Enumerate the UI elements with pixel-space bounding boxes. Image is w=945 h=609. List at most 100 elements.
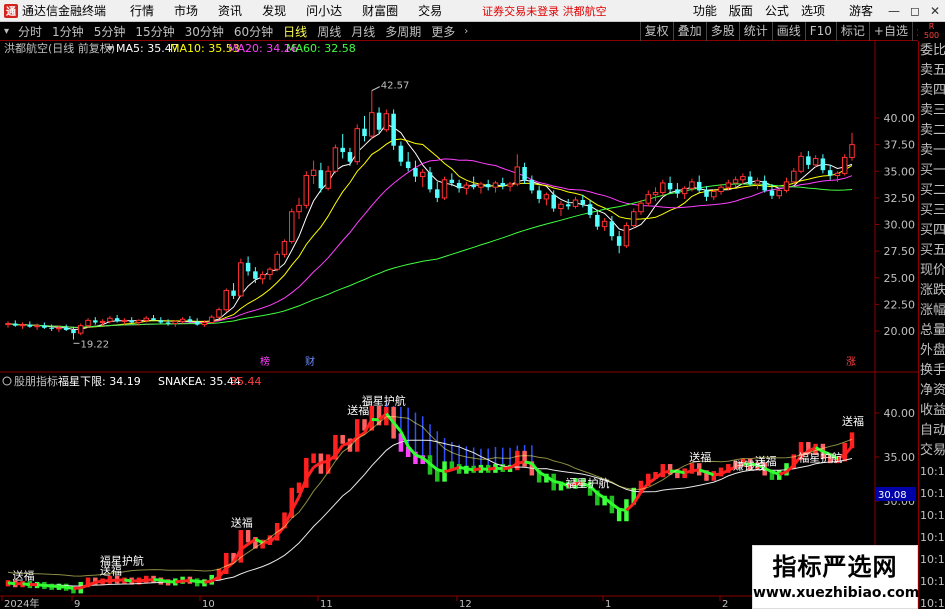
- tick-time-3: 10:10: [920, 531, 945, 544]
- candle: [71, 326, 76, 340]
- maximize-icon[interactable]: ◻: [905, 4, 925, 18]
- tool-button-4[interactable]: 画线: [771, 21, 805, 41]
- time-tick-label: 2: [722, 599, 728, 609]
- candle-body: [696, 181, 702, 191]
- tab-timeframe-8[interactable]: 月线: [346, 23, 380, 40]
- candle: [216, 307, 222, 319]
- candle: [696, 175, 702, 193]
- signal-block: [325, 454, 331, 474]
- tool-button-6[interactable]: 标记: [835, 21, 869, 41]
- tool-button-2[interactable]: 多股: [705, 21, 739, 41]
- login-notice[interactable]: 证券交易未登录 洪都航空: [482, 3, 607, 19]
- candle-body: [172, 320, 179, 325]
- menu-item-2[interactable]: 资讯: [208, 2, 252, 19]
- candle-body: [456, 182, 462, 189]
- menu-item-5[interactable]: 财富圈: [352, 2, 408, 19]
- side-action-1[interactable]: 交易: [919, 441, 945, 461]
- candle: [245, 256, 251, 276]
- candle: [238, 258, 244, 297]
- candle-body: [820, 158, 826, 171]
- close-icon[interactable]: ✕: [925, 4, 945, 18]
- price-tick-label: 35.00: [884, 165, 916, 178]
- snake-line-segment: [524, 460, 533, 465]
- menu-item-0[interactable]: 行情: [120, 2, 164, 19]
- menu-arrow-icon[interactable]: ▾: [0, 26, 13, 37]
- tool-button-1[interactable]: 叠加: [672, 21, 706, 41]
- candle-body: [259, 274, 266, 280]
- candle-body: [689, 181, 695, 189]
- menu-item-4[interactable]: 问小达: [296, 2, 352, 19]
- right-menu-item-2[interactable]: 公式: [759, 2, 795, 19]
- time-tick-label: 11: [320, 599, 333, 609]
- tab-timeframe-6[interactable]: 日线: [278, 23, 312, 40]
- candle-body: [572, 199, 579, 207]
- tool-button-5[interactable]: F10: [804, 21, 836, 41]
- candle-body: [849, 144, 855, 158]
- menu-item-3[interactable]: 发现: [252, 2, 296, 19]
- tool-button-0[interactable]: 复权: [639, 21, 673, 41]
- signal-block: [245, 530, 251, 543]
- tick-time-5: 10:10: [920, 575, 945, 588]
- candle-body: [238, 262, 244, 297]
- candle-body: [354, 128, 360, 163]
- signal-annotation: 送福: [231, 516, 253, 530]
- more-chevron-icon[interactable]: ›: [460, 26, 472, 37]
- candle-body: [616, 236, 622, 246]
- tab-timeframe-7[interactable]: 周线: [312, 23, 346, 40]
- candle-body: [485, 184, 491, 188]
- candle-body: [419, 171, 426, 178]
- right-menu-item-0[interactable]: 功能: [687, 2, 723, 19]
- candle: [704, 186, 709, 202]
- chart-canvas[interactable]: 40.00 37.50 35.00 32.50 30.00 27.50 25.00 22.50…: [0, 41, 918, 609]
- candle: [5, 321, 11, 328]
- candle-body: [310, 169, 317, 177]
- snake-line-segment: [458, 465, 467, 471]
- tab-timeframe-2[interactable]: 5分钟: [89, 23, 131, 40]
- quote-field-8: 买三: [920, 203, 945, 218]
- watermark-title: 指标严选网: [772, 553, 898, 581]
- tab-timeframe-3[interactable]: 15分钟: [130, 23, 179, 40]
- candle: [27, 321, 33, 328]
- time-tick-label: 2024年: [4, 597, 39, 609]
- candle-body: [99, 320, 106, 323]
- candle: [718, 184, 724, 195]
- quote-field-12: 涨跌: [920, 283, 945, 298]
- candle-body: [711, 190, 717, 198]
- candle: [296, 197, 302, 220]
- candle-body: [158, 320, 164, 323]
- candle: [354, 124, 360, 165]
- menu-item-1[interactable]: 市场: [164, 2, 208, 19]
- candle-body: [507, 183, 513, 187]
- signal-annotation: 送福: [689, 450, 711, 464]
- tab-timeframe-10[interactable]: 更多: [426, 23, 460, 40]
- right-menu-item-3[interactable]: 选项: [795, 2, 831, 19]
- candle: [587, 200, 593, 219]
- tick-time-0: 10:10: [920, 465, 945, 478]
- snake-line-segment: [182, 578, 191, 583]
- candle-body: [274, 253, 280, 270]
- candle: [485, 179, 491, 191]
- menu-item-6[interactable]: 交易: [408, 2, 452, 19]
- candle: [13, 320, 18, 327]
- quote-field-16: 换手: [920, 363, 945, 378]
- tab-timeframe-4[interactable]: 30分钟: [180, 23, 229, 40]
- candle: [754, 177, 761, 190]
- candle: [310, 160, 317, 185]
- candle: [601, 218, 608, 231]
- side-action-0[interactable]: 自动: [919, 421, 945, 441]
- tab-timeframe-5[interactable]: 60分钟: [229, 23, 278, 40]
- tab-timeframe-1[interactable]: 1分钟: [47, 23, 89, 40]
- minimize-icon[interactable]: —: [883, 4, 905, 18]
- indicator-legend-label: SNAKEA: 35.44: [158, 375, 241, 388]
- candle: [114, 315, 120, 323]
- quote-field-18: 收益: [920, 403, 945, 418]
- tab-timeframe-0[interactable]: 分时: [13, 23, 47, 40]
- tab-timeframe-9[interactable]: 多周期: [380, 23, 426, 40]
- guest-label[interactable]: 游客: [831, 2, 883, 19]
- tool-button-3[interactable]: 统计: [738, 21, 772, 41]
- right-menu-item-1[interactable]: 版面: [723, 2, 759, 19]
- candle: [427, 166, 433, 193]
- candle: [791, 168, 797, 185]
- candle: [78, 323, 84, 336]
- tool-button-7[interactable]: +自选: [868, 21, 912, 41]
